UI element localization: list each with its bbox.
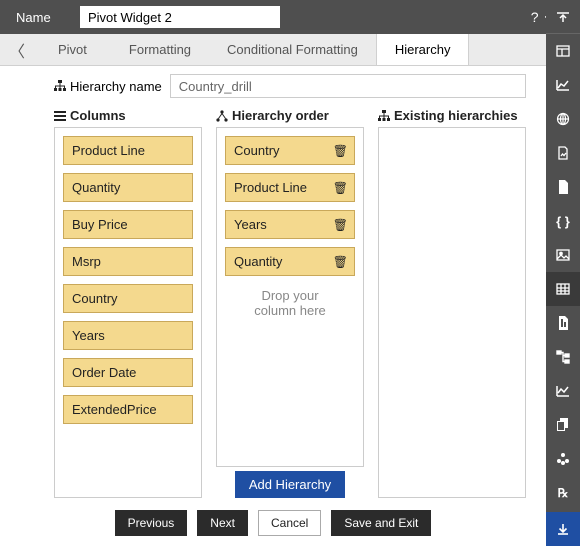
cancel-button[interactable]: Cancel	[258, 510, 321, 536]
tab-formatting[interactable]: Formatting	[111, 34, 209, 65]
page-icon[interactable]	[546, 170, 580, 204]
delete-icon[interactable]: 🗑	[333, 255, 348, 269]
doc-icon[interactable]	[546, 136, 580, 170]
order-item[interactable]: Product Line🗑	[225, 173, 355, 202]
columns-icon	[54, 111, 66, 121]
order-item[interactable]: Country🗑	[225, 136, 355, 165]
columns-list[interactable]: Product Line Quantity Buy Price Msrp Cou…	[54, 127, 202, 498]
copy-icon[interactable]	[546, 408, 580, 442]
globe-icon[interactable]	[546, 102, 580, 136]
cluster-icon[interactable]	[546, 442, 580, 476]
order-item[interactable]: Quantity🗑	[225, 247, 355, 276]
panel-icon[interactable]	[546, 34, 580, 68]
previous-button[interactable]: Previous	[115, 510, 188, 536]
hierarchy-icon	[54, 80, 66, 92]
delete-icon[interactable]: 🗑	[333, 181, 348, 195]
file-icon[interactable]	[546, 306, 580, 340]
help-icon[interactable]: ?	[531, 9, 539, 25]
existing-icon	[378, 110, 390, 122]
footer: Previous Next Cancel Save and Exit	[0, 508, 546, 538]
tab-pivot[interactable]: Pivot	[34, 34, 111, 65]
column-item[interactable]: Order Date	[63, 358, 193, 387]
columns-title: Columns	[70, 108, 126, 123]
drop-hint: Drop your column here	[225, 284, 355, 322]
tab-label: Pivot	[58, 42, 87, 57]
tree-icon[interactable]	[546, 340, 580, 374]
existing-hierarchies-panel: Existing hierarchies	[378, 108, 526, 498]
delete-icon[interactable]: 🗑	[333, 144, 348, 158]
tab-conditional-formatting[interactable]: Conditional Formatting	[209, 34, 376, 65]
tabs-scroll-left[interactable]: 〈	[0, 34, 34, 65]
column-item[interactable]: Buy Price	[63, 210, 193, 239]
grid-icon[interactable]	[546, 272, 580, 306]
column-item[interactable]: Country	[63, 284, 193, 313]
column-item[interactable]: Years	[63, 321, 193, 350]
hierarchy-name-input[interactable]	[170, 74, 526, 98]
column-item[interactable]: Msrp	[63, 247, 193, 276]
tab-label: Conditional Formatting	[227, 42, 358, 57]
right-sidebar: { } ℞	[546, 0, 580, 546]
order-icon	[216, 110, 228, 122]
save-exit-button[interactable]: Save and Exit	[331, 510, 431, 536]
order-list[interactable]: Country🗑 Product Line🗑 Years🗑 Quantity🗑 …	[216, 127, 364, 467]
chart-icon[interactable]	[546, 68, 580, 102]
column-item[interactable]: Product Line	[63, 136, 193, 165]
hierarchy-name-label: Hierarchy name	[54, 79, 162, 94]
header-bar: Name ? ✥ ✕	[0, 0, 580, 34]
existing-list[interactable]	[378, 127, 526, 498]
hierarchy-order-panel: Hierarchy order Country🗑 Product Line🗑 Y…	[216, 108, 364, 498]
add-hierarchy-button[interactable]: Add Hierarchy	[235, 471, 345, 498]
tab-hierarchy[interactable]: Hierarchy	[376, 34, 470, 65]
braces-icon[interactable]: { }	[546, 204, 580, 238]
delete-icon[interactable]: 🗑	[333, 218, 348, 232]
download-icon[interactable]	[546, 512, 580, 546]
chevron-left-icon: 〈	[9, 38, 25, 62]
image-icon[interactable]	[546, 238, 580, 272]
name-label: Name	[16, 10, 80, 25]
order-title: Hierarchy order	[232, 108, 329, 123]
tabs-row: 〈 Pivot Formatting Conditional Formattin…	[0, 34, 580, 66]
column-item[interactable]: Quantity	[63, 173, 193, 202]
next-button[interactable]: Next	[197, 510, 248, 536]
order-item[interactable]: Years🗑	[225, 210, 355, 239]
tab-label: Hierarchy	[395, 42, 451, 57]
collapse-icon[interactable]	[546, 0, 580, 34]
tab-label: Formatting	[129, 42, 191, 57]
rx-icon[interactable]: ℞	[546, 476, 580, 510]
line-chart-icon[interactable]	[546, 374, 580, 408]
existing-title: Existing hierarchies	[394, 108, 518, 123]
columns-panel: Columns Product Line Quantity Buy Price …	[54, 108, 202, 498]
widget-name-input[interactable]	[80, 6, 280, 28]
column-item[interactable]: ExtendedPrice	[63, 395, 193, 424]
